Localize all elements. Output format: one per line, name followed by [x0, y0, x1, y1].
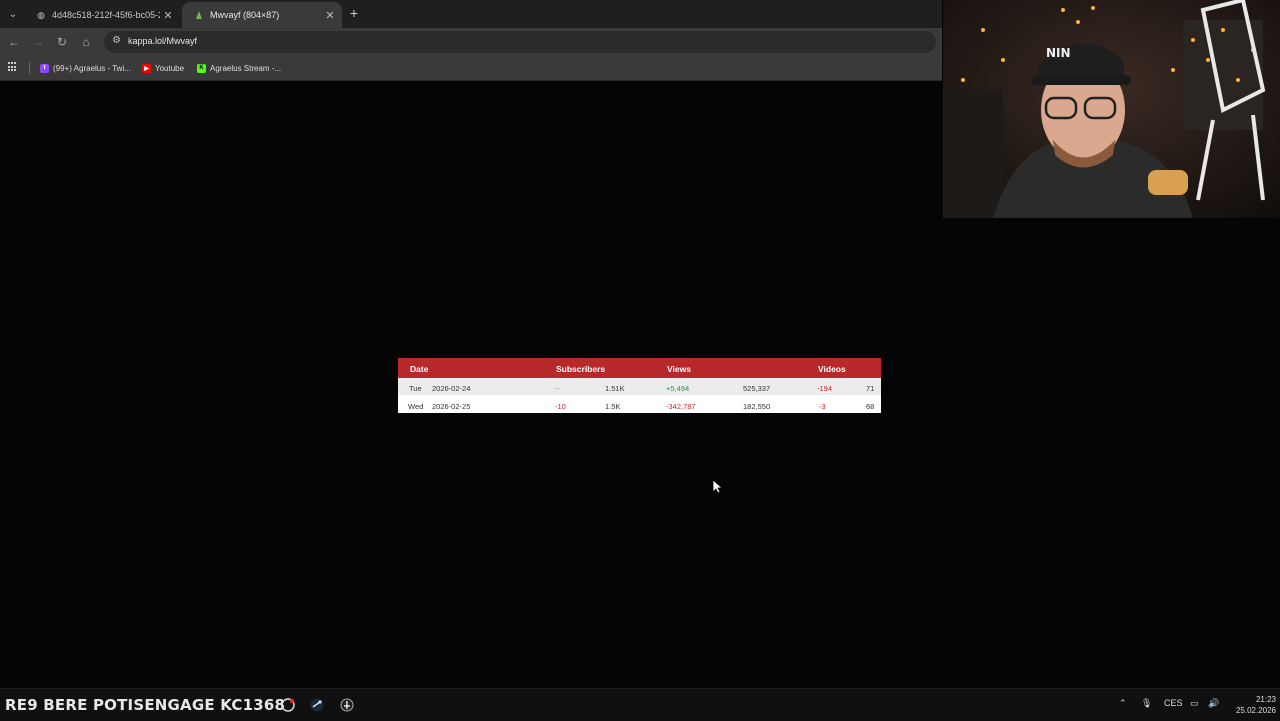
taskbar: RE9 BERE POTISENGAGE KC1368 ⌃ 🎙 CES ▭ 🔊 … [0, 688, 1280, 721]
bookmark-label: (99+) Agraelus - Twi... [53, 63, 131, 73]
network-icon[interactable]: ▭ [1190, 698, 1199, 709]
subscriber-change-cell: -10 [555, 402, 566, 411]
home-icon[interactable]: ⌂ [78, 34, 94, 50]
subscriber-count-cell: 1.5K [605, 402, 621, 411]
bookmarks-bar: t (99+) Agraelus - Twi... ▶ Youtube K Ag… [0, 56, 942, 81]
bookmark-label: Youtube [155, 63, 185, 73]
table-header: Date Subscribers Views Videos [398, 358, 881, 378]
view-change-cell: +5,494 [666, 384, 690, 393]
close-icon[interactable]: ✕ [160, 9, 176, 22]
subscriber-change-cell: -- [555, 384, 560, 393]
bookmark-twitch[interactable]: t (99+) Agraelus - Twi... [40, 61, 131, 75]
image-favicon-icon [194, 10, 204, 20]
back-arrow-icon[interactable]: ← [6, 34, 22, 50]
clock-date: 25.02.2026 [1235, 706, 1276, 715]
globe-icon: ◍ [37, 9, 45, 20]
forward-arrow-icon[interactable]: → [30, 34, 46, 50]
svg-text:NIN: NIN [1046, 46, 1071, 60]
view-change-cell: -342,787 [666, 402, 696, 411]
divider [29, 62, 30, 74]
video-count-cell: 71 [866, 384, 875, 393]
chevron-up-icon[interactable]: ⌃ [1119, 698, 1127, 709]
microphone-icon[interactable]: 🎙 [1141, 698, 1152, 709]
video-change-cell: -194 [817, 384, 833, 393]
clock[interactable]: 21:23 25.02.2026 [1226, 694, 1276, 716]
app-icon[interactable] [280, 697, 296, 713]
bookmark-kick[interactable]: K Agraelus Stream -... [197, 61, 281, 75]
language-indicator[interactable]: CES [1164, 698, 1183, 708]
reload-icon[interactable]: ↻ [54, 34, 70, 50]
site-settings-icon[interactable]: ⚙ [112, 35, 121, 46]
stats-table: Date Subscribers Views Videos Tue 2026-0… [398, 358, 881, 413]
url-text: kappa.lol/Mwvayf [128, 36, 198, 46]
kick-icon: K [197, 63, 206, 73]
view-count-cell: 525,337 [743, 384, 771, 393]
clock-time: 21:23 [1255, 695, 1276, 704]
browser-toolbar: ← → ↻ ⌂ ⚙ kappa.lol/Mwvayf [0, 28, 942, 56]
date-cell: 2026-02-24 [432, 384, 471, 393]
tab-active[interactable]: Mwvayf (804×87) ✕ [182, 2, 342, 28]
tab-bar: ⌄ ◍ 4d48c518-212f-45f6-bc05-252c ✕ Mwvay… [0, 0, 942, 28]
view-count-cell: 182,550 [743, 402, 771, 411]
column-header-views: Views [667, 364, 691, 374]
steam-icon[interactable] [309, 697, 325, 713]
day-cell: Wed [408, 402, 424, 411]
bookmark-youtube[interactable]: ▶ Youtube [142, 61, 184, 75]
subscriber-count-cell: 1.51K [605, 384, 625, 393]
ticker-text: RE9 BERE POTISENGAGE KC1368 [5, 696, 286, 714]
bookmark-label: Agraelus Stream -... [210, 63, 282, 73]
tab-title: Mwvayf (804×87) [210, 10, 280, 20]
day-cell: Tue [409, 384, 422, 393]
video-change-cell: -3 [819, 402, 826, 411]
table-row: Tue 2026-02-24 -- 1.51K +5,494 525,337 -… [398, 378, 881, 395]
youtube-icon: ▶ [142, 63, 151, 73]
twitch-icon: t [40, 63, 49, 73]
address-bar[interactable]: ⚙ kappa.lol/Mwvayf [104, 31, 936, 53]
tab-search-chevron-icon[interactable]: ⌄ [4, 5, 22, 23]
column-header-date: Date [410, 364, 429, 374]
video-count-cell: 68 [866, 402, 875, 411]
volume-icon[interactable]: 🔊 [1208, 698, 1219, 709]
date-cell: 2026-02-25 [432, 402, 471, 411]
tab-title: 4d48c518-212f-45f6-bc05-252c [52, 10, 160, 20]
new-tab-button[interactable]: + [346, 5, 362, 21]
apps-grid-icon[interactable] [8, 62, 18, 72]
close-icon[interactable]: ✕ [322, 9, 338, 22]
column-header-subscribers: Subscribers [556, 364, 606, 374]
app-icon[interactable] [339, 697, 355, 713]
webcam-overlay: NIN [943, 0, 1280, 218]
tab-inactive[interactable]: ◍ 4d48c518-212f-45f6-bc05-252c ✕ [24, 2, 180, 28]
column-header-videos: Videos [818, 364, 846, 374]
table-row: Wed 2026-02-25 -10 1.5K -342,787 182,550… [398, 395, 881, 413]
